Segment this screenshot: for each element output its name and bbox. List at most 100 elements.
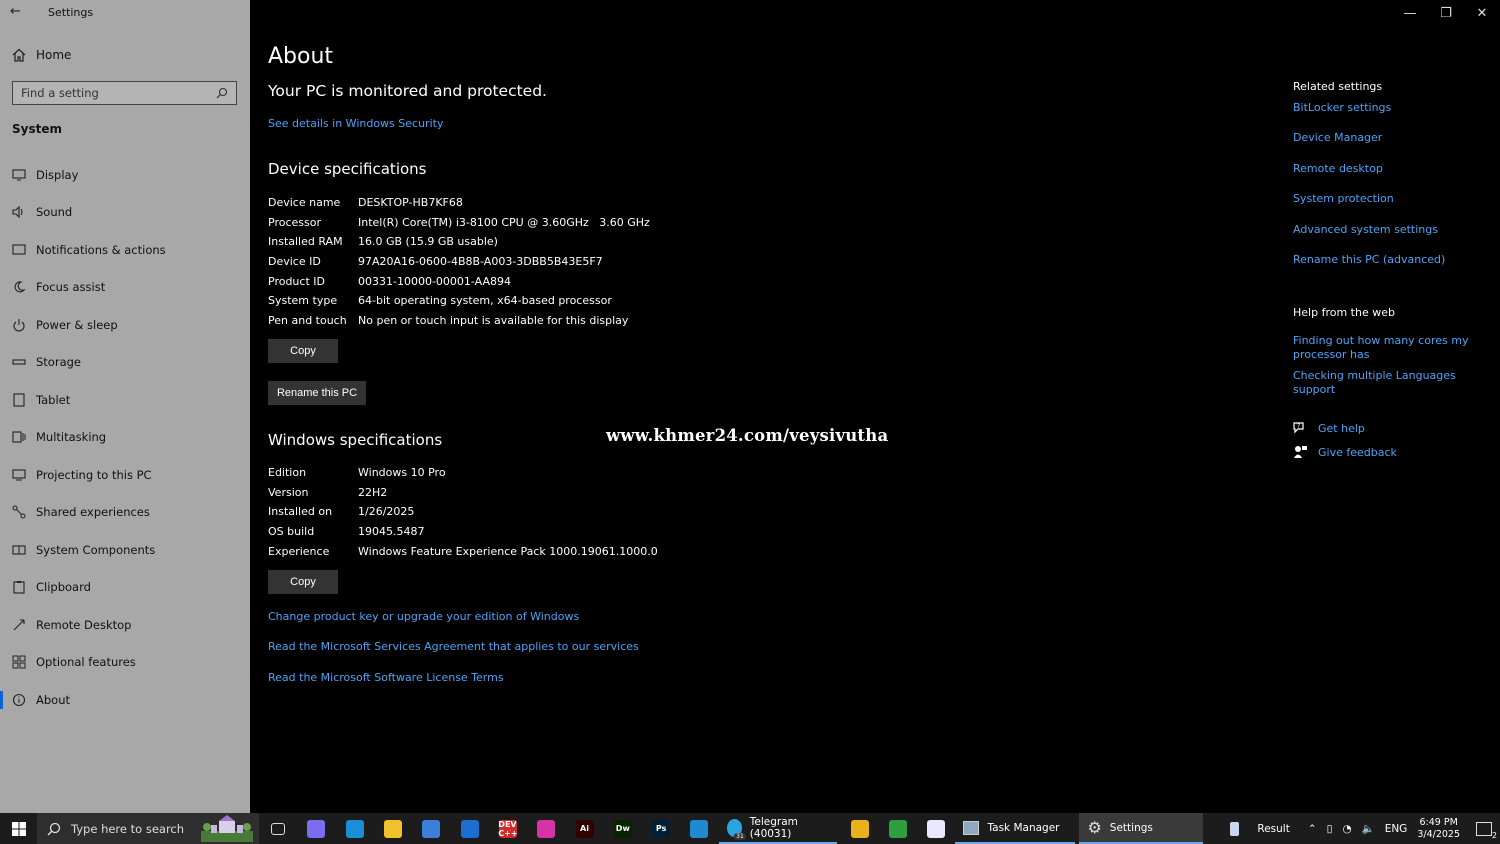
search-placeholder: Find a setting xyxy=(21,86,99,100)
volume-icon[interactable]: 🔈 xyxy=(1362,822,1375,835)
device-manager-link[interactable]: Device Manager xyxy=(1293,131,1382,145)
spec-value: 64-bit operating system, x64-based proce… xyxy=(358,294,612,308)
illustrator-icon: Ai xyxy=(575,819,594,838)
optional-features-icon xyxy=(12,655,26,669)
change-product-key-link[interactable]: Change product key or upgrade your editi… xyxy=(268,610,579,623)
search-icon xyxy=(47,822,61,835)
outlook-taskbar-button[interactable] xyxy=(450,813,488,844)
device-specs-table: Device name DESKTOP-HB7KF68 Processor Intel… xyxy=(268,193,650,330)
nba-logo-icon xyxy=(1230,821,1240,836)
notification-center-icon[interactable]: 2 xyxy=(1476,821,1497,840)
title-bar: ← Settings xyxy=(0,0,250,26)
spec-row: Device ID 97A20A16-0600-4B8B-A003-3DBB5B4… xyxy=(268,252,650,272)
rename-pc-advanced-link[interactable]: Rename this PC (advanced) xyxy=(1293,253,1445,267)
help-from-web-title: Help from the web xyxy=(1293,306,1395,319)
chrome-taskbar-button[interactable] xyxy=(841,813,879,844)
languages-help-link[interactable]: Checking multiple Languages support xyxy=(1293,369,1493,397)
rename-pc-button[interactable]: Rename this PC xyxy=(268,381,366,405)
taskbar-search-box[interactable]: Type here to search xyxy=(37,813,259,844)
copilot-taskbar-button[interactable] xyxy=(297,813,335,844)
related-settings-title: Related settings xyxy=(1293,80,1383,93)
clock[interactable]: 6:49 PM 3/4/2025 xyxy=(1417,817,1460,841)
advanced-system-settings-link[interactable]: Advanced system settings xyxy=(1293,223,1438,237)
sidebar-item-about[interactable]: About xyxy=(0,681,250,719)
sidebar-item-label: Remote Desktop xyxy=(36,617,132,632)
spec-key: Installed RAM xyxy=(268,235,343,249)
gear-icon: ⚙ xyxy=(1087,818,1102,837)
sidebar-item-display[interactable]: Display xyxy=(0,156,250,194)
settings-taskbar-button[interactable]: ⚙ Settings xyxy=(1079,813,1204,844)
sidebar-item-clipboard[interactable]: Clipboard xyxy=(0,569,250,607)
spec-key: OS build xyxy=(268,525,315,539)
back-button[interactable]: ← xyxy=(10,4,28,22)
sidebar-item-system-components[interactable]: System Components xyxy=(0,531,250,569)
copy-device-specs-button[interactable]: Copy xyxy=(268,339,338,363)
battery-icon[interactable]: ▯ xyxy=(1327,823,1333,835)
spec-row: Installed RAM 16.0 GB (15.9 GB usable) xyxy=(268,232,650,252)
shared-icon xyxy=(12,505,26,519)
maximize-button[interactable]: ❐ xyxy=(1428,0,1464,26)
watermark: www.khmer24.com/veysivutha xyxy=(606,426,889,445)
file-explorer-icon xyxy=(384,819,403,838)
sidebar-item-optional-features[interactable]: Optional features xyxy=(0,644,250,682)
sidebar-item-shared-experiences[interactable]: Shared experiences xyxy=(0,494,250,532)
language-indicator[interactable]: ENG xyxy=(1385,823,1408,835)
dreamweaver-icon: Dw xyxy=(613,819,632,838)
task-view-taskbar-button[interactable] xyxy=(259,813,297,844)
file-explorer-taskbar-button[interactable] xyxy=(374,813,412,844)
give-feedback-link[interactable]: Give feedback xyxy=(1293,445,1397,459)
sidebar-item-power-sleep[interactable]: Power & sleep xyxy=(0,306,250,344)
devcpp-taskbar-button[interactable]: DEV C++ xyxy=(489,813,527,844)
dreamweaver-taskbar-button[interactable]: Dw xyxy=(604,813,642,844)
sidebar-item-label: Power & sleep xyxy=(36,317,118,332)
spec-key: Product ID xyxy=(268,274,325,288)
task-manager-icon xyxy=(963,820,980,835)
windows-security-link[interactable]: See details in Windows Security xyxy=(268,117,443,130)
task-view-icon xyxy=(271,822,286,835)
sidebar-item-tablet[interactable]: Tablet xyxy=(0,381,250,419)
illustrator-taskbar-button[interactable]: Ai xyxy=(565,813,603,844)
services-agreement-link[interactable]: Read the Microsoft Services Agreement th… xyxy=(268,640,639,653)
sidebar-item-projecting-to-this-pc[interactable]: Projecting to this PC xyxy=(0,456,250,494)
telegram-taskbar-button[interactable]: 31 Telegram (40031) xyxy=(718,813,837,844)
sidebar-item-notifications-actions[interactable]: Notifications & actions xyxy=(0,231,250,269)
license-terms-link[interactable]: Read the Microsoft Software License Term… xyxy=(268,671,504,684)
store-taskbar-button[interactable] xyxy=(412,813,450,844)
spec-row: Experience Windows Feature Experience Pac… xyxy=(268,541,658,561)
sidebar-item-storage[interactable]: Storage xyxy=(0,344,250,382)
home-link[interactable]: Home xyxy=(12,48,71,62)
system-protection-link[interactable]: System protection xyxy=(1293,192,1394,206)
spec-value: Intel(R) Core(TM) i3-8100 CPU @ 3.60GHz … xyxy=(358,215,650,229)
cores-help-link[interactable]: Finding out how many cores my processor … xyxy=(1293,334,1483,362)
minimize-button[interactable]: — xyxy=(1392,0,1428,26)
spec-key: System type xyxy=(268,294,338,308)
sidebar-item-remote-desktop[interactable]: Remote Desktop xyxy=(0,606,250,644)
sidebar-item-focus-assist[interactable]: Focus assist xyxy=(0,269,250,307)
task-manager-taskbar-button[interactable]: Task Manager xyxy=(955,813,1076,844)
spec-value: No pen or touch input is available for t… xyxy=(358,313,629,327)
sidebar-item-sound[interactable]: Sound xyxy=(0,194,250,232)
find-setting-input[interactable]: Find a setting xyxy=(12,81,237,105)
wavy-app-icon xyxy=(927,819,946,838)
telegram-icon: 31 xyxy=(726,818,746,840)
close-button[interactable]: ✕ xyxy=(1464,0,1500,26)
sidebar-item-multitasking[interactable]: Multitasking xyxy=(0,419,250,457)
wifi-icon[interactable]: ◔ xyxy=(1342,823,1351,835)
news-label: Result xyxy=(1257,822,1290,835)
remote-desktop-link[interactable]: Remote desktop xyxy=(1293,162,1383,176)
get-help-link[interactable]: ? Get help xyxy=(1293,421,1365,435)
chevron-up-icon[interactable]: ⌃ xyxy=(1308,823,1317,835)
sidebar: ← Settings Home Find a setting System Di… xyxy=(0,0,250,813)
store-icon xyxy=(422,819,441,838)
spec-value: 16.0 GB (15.9 GB usable) xyxy=(358,235,498,249)
start-button[interactable] xyxy=(0,813,37,844)
edge-taskbar-button[interactable] xyxy=(336,813,374,844)
jetbrains-taskbar-button[interactable] xyxy=(527,813,565,844)
bitlocker-settings-link[interactable]: BitLocker settings xyxy=(1293,101,1391,115)
news-widget[interactable]: Result xyxy=(1230,821,1290,836)
wavy-app-taskbar-button[interactable] xyxy=(917,813,955,844)
vscode-taskbar-button[interactable] xyxy=(680,813,718,844)
app-taskbar-button[interactable] xyxy=(879,813,917,844)
copy-windows-specs-button[interactable]: Copy xyxy=(268,570,338,594)
photoshop-taskbar-button[interactable]: Ps xyxy=(642,813,680,844)
